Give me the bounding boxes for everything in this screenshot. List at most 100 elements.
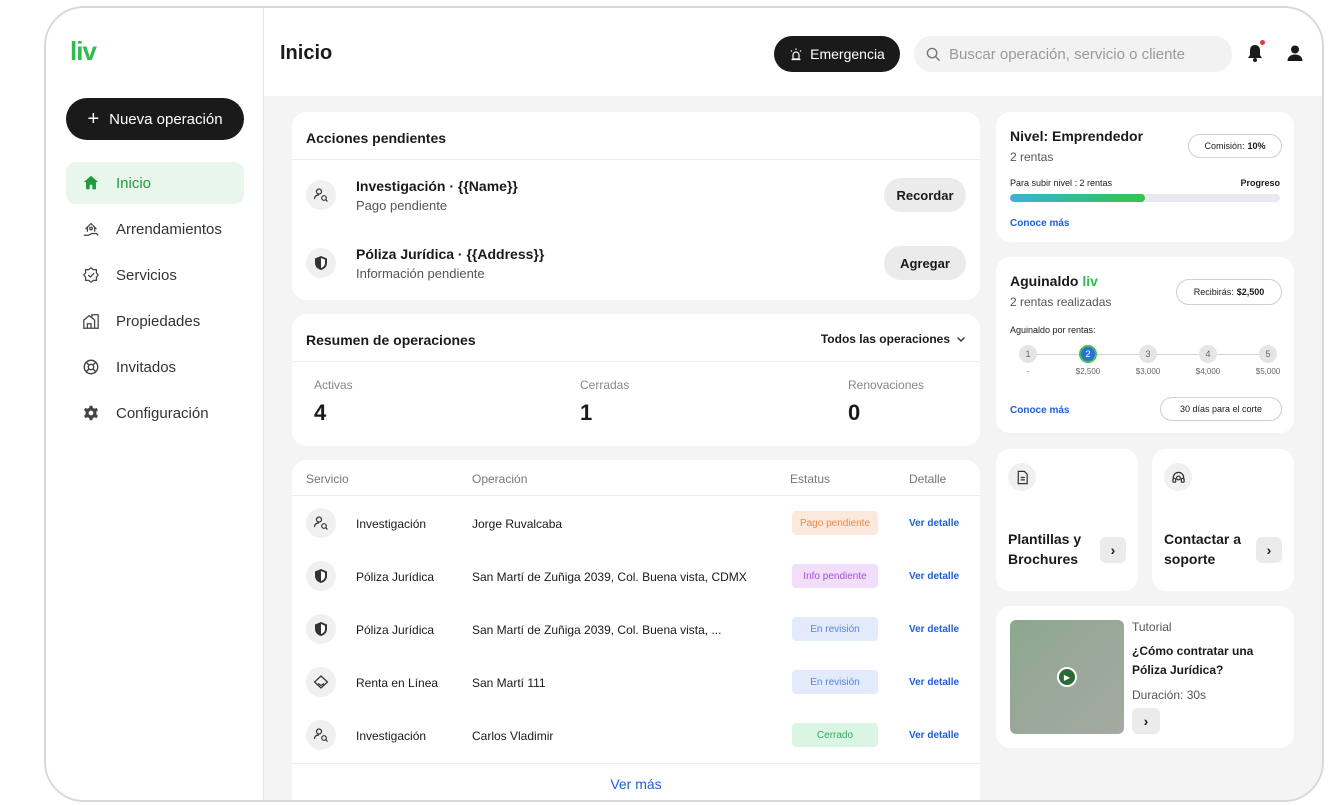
aguinaldo-by-rentas: Aguinaldo por rentas: — [1010, 325, 1096, 335]
sidebar-item-inicio[interactable]: Inicio — [66, 162, 244, 204]
tutorial-label: Tutorial — [1132, 620, 1172, 634]
templates-label: Plantillas y Brochures — [1008, 531, 1082, 567]
view-detail-link[interactable]: Ver detalle — [909, 518, 959, 529]
aguinaldo-step: 5 $5,000 — [1248, 345, 1288, 376]
sidebar-item-label: Servicios — [116, 266, 177, 284]
notifications-button[interactable] — [1244, 40, 1266, 64]
emergency-button[interactable]: Emergencia — [774, 36, 900, 72]
operations-table: Servicio Operación Estatus Detalle Inves… — [292, 460, 980, 800]
page-title: Inicio — [280, 42, 333, 64]
level-learn-more-link[interactable]: Conoce más — [1010, 218, 1069, 229]
document-icon — [1008, 463, 1036, 491]
row-operation: San Martí de Zuñiga 2039, Col. Buena vis… — [472, 570, 747, 584]
summary-title: Resumen de operaciones — [306, 332, 476, 348]
step-amount: $5,000 — [1255, 367, 1281, 376]
aguinaldo-learn-more-link[interactable]: Conoce más — [1010, 405, 1069, 416]
home-icon — [83, 175, 99, 190]
support-card[interactable]: Contactar a soporte › — [1152, 449, 1294, 591]
aguinaldo-steps: 1-2 $2,500 3 $3,000 4 $4,000 5 $5,000 — [1010, 345, 1280, 379]
view-detail-link[interactable]: Ver detalle — [909, 677, 959, 688]
receive-value: $2,500 — [1236, 287, 1265, 297]
tutorial-open-button[interactable]: › — [1132, 708, 1160, 734]
table-row: Póliza Jurídica San Martí de Zuñiga 2039,… — [292, 549, 980, 602]
shield-icon — [306, 614, 336, 644]
tutorial-duration: Duración: 30s — [1132, 688, 1207, 702]
sidebar-item-propiedades[interactable]: Propiedades — [66, 300, 244, 342]
table-header: Servicio Operación Estatus Detalle — [292, 460, 980, 496]
step-number: 1 — [1019, 345, 1037, 363]
tutorial-title: ¿Cómo contratar una Póliza Jurídica? — [1132, 644, 1254, 677]
see-more-link[interactable]: Ver más — [292, 763, 980, 800]
search-bar — [914, 36, 1232, 72]
new-operation-button[interactable]: + Nueva operación — [66, 98, 244, 140]
stat-label: Cerradas — [580, 378, 630, 392]
main-area: Inicio Emergencia Acciones pendientes — [264, 8, 1322, 800]
chevron-down-icon — [957, 337, 965, 342]
column-header: Estatus — [790, 472, 831, 486]
gear-icon — [84, 405, 98, 421]
row-operation: Carlos Vladimir — [472, 729, 554, 743]
view-detail-link[interactable]: Ver detalle — [909, 571, 959, 582]
operations-filter-dropdown[interactable]: Todos las operaciones — [821, 332, 966, 346]
view-detail-link[interactable]: Ver detalle — [909, 624, 959, 635]
sidebar-item-label: Configuración — [116, 404, 209, 422]
sidebar-item-label: Propiedades — [116, 312, 201, 330]
pending-actions-card: Acciones pendientes Investigación · {{Na… — [292, 112, 980, 300]
remind-button[interactable]: Recordar — [884, 178, 966, 212]
bell-icon — [1248, 45, 1262, 62]
step-number: 5 — [1259, 345, 1277, 363]
new-operation-label: Nueva operación — [109, 110, 223, 128]
table-row: Póliza Jurídica San Martí de Zuñiga 2039,… — [292, 602, 980, 655]
sidebar-item-servicios[interactable]: Servicios — [66, 254, 244, 296]
row-service: Póliza Jurídica — [356, 570, 435, 584]
level-progress-bar — [1010, 194, 1280, 202]
stat-value: 1 — [580, 400, 593, 425]
user-search-icon — [306, 180, 336, 210]
stat-renovaciones: Renovaciones 0 — [848, 378, 924, 426]
tutorial-video-thumbnail[interactable]: ▶ — [1010, 620, 1124, 734]
progress-label: Progreso — [1240, 178, 1280, 188]
house-hand-icon — [83, 222, 99, 236]
aguinaldo-title-text: Aguinaldo — [1010, 273, 1079, 289]
table-row: Investigación Carlos Vladimir Cerrado Ver d… — [292, 708, 980, 761]
aguinaldo-step: 4 $4,000 — [1188, 345, 1228, 376]
aguinaldo-step: 3 $3,000 — [1128, 345, 1168, 376]
headset-icon — [1164, 463, 1192, 491]
stat-cerradas: Cerradas 1 — [580, 378, 629, 426]
step-amount: - — [1026, 367, 1030, 376]
sidebar-item-invitados[interactable]: Invitados — [66, 346, 244, 388]
level-subtitle: 2 rentas — [1010, 150, 1054, 164]
row-operation: San Martí de Zuñiga 2039, Col. Buena vis… — [472, 623, 722, 637]
pending-item-subtitle: Pago pendiente — [356, 198, 448, 213]
templates-card[interactable]: Plantillas y Brochures › — [996, 449, 1138, 591]
column-header: Detalle — [909, 472, 947, 486]
pending-item: Póliza Jurídica · {{Address}} Informació… — [292, 228, 980, 296]
row-service: Investigación — [356, 729, 427, 743]
level-card: Nivel: Emprendedor 2 rentas Comisión: 10… — [996, 112, 1294, 242]
play-icon: ▶ — [1057, 667, 1077, 687]
pending-item: Investigación · {{Name}} Pago pendiente … — [292, 160, 980, 228]
status-badge: Cerrado — [792, 723, 878, 747]
pending-item-title: Póliza Jurídica · {{Address}} — [356, 246, 545, 262]
user-menu-button[interactable] — [1284, 42, 1306, 64]
search-icon — [926, 47, 941, 61]
row-service: Investigación — [356, 517, 427, 531]
view-detail-link[interactable]: Ver detalle — [909, 730, 959, 741]
commission-value: 10% — [1247, 141, 1266, 151]
table-body: Investigación Jorge Ruvalcaba Pago pendien… — [292, 496, 980, 761]
chevron-right-icon: › — [1256, 537, 1282, 563]
step-number: 4 — [1199, 345, 1217, 363]
sidebar-nav: Inicio Arrendamientos Servicios Propieda… — [66, 162, 244, 438]
sidebar-item-label: Invitados — [116, 358, 177, 376]
aguinaldo-brand: liv — [1082, 273, 1098, 289]
tutorial-card: ▶ Tutorial ¿Cómo contratar una Póliza Ju… — [996, 606, 1294, 748]
table-row: Renta en Línea San Martí 111 En revisión Ve… — [292, 655, 980, 708]
add-button[interactable]: Agregar — [884, 246, 966, 280]
user-search-icon — [306, 720, 336, 750]
lifebuoy-icon — [83, 359, 99, 375]
search-input[interactable] — [949, 45, 1219, 63]
user-icon — [1287, 45, 1303, 61]
sidebar-item-arrendamientos[interactable]: Arrendamientos — [66, 208, 244, 250]
cutoff-badge: 30 días para el corte — [1160, 397, 1282, 421]
sidebar-item-configuracion[interactable]: Configuración — [66, 392, 244, 434]
